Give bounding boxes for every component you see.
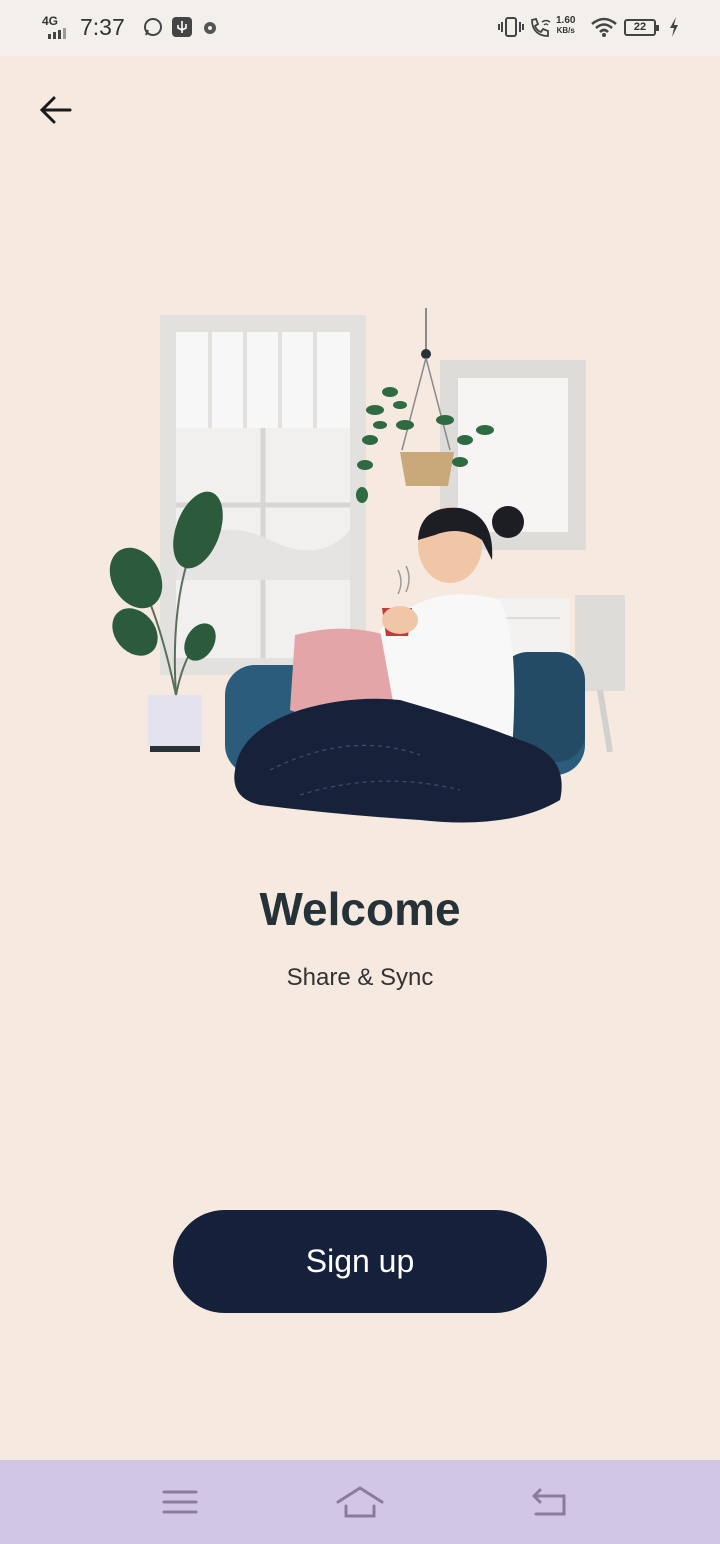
arrow-left-icon [39,96,72,124]
menu-icon [162,1490,198,1514]
usb-icon [172,17,192,37]
network-speed: 1.60 KB/s [556,16,575,36]
vibrate-icon [498,17,524,37]
wifi-icon [591,17,617,37]
back-button[interactable] [32,88,82,132]
wifi-calling-icon [531,17,551,37]
signal-icon [48,28,66,39]
whatsapp-icon [144,18,162,36]
nav-home-button[interactable] [330,1478,390,1528]
welcome-illustration [109,308,625,823]
home-icon [336,1486,384,1518]
speed-unit: KB/s [556,26,575,35]
status-time: 7:37 [80,14,125,40]
signup-button[interactable]: Sign up [173,1210,547,1313]
back-icon [531,1488,566,1516]
battery-indicator: 22 [624,19,659,36]
charging-icon [670,17,678,37]
welcome-subtitle: Share & Sync [286,964,434,991]
sync-icon [204,22,216,34]
welcome-title: Welcome [259,883,461,935]
system-nav-bar [0,1460,720,1544]
nav-back-button[interactable] [520,1478,580,1528]
status-bar: 4G 7:37 1.60 KB/s 22 [0,0,720,56]
speed-value: 1.60 [556,15,576,26]
nav-menu-button[interactable] [150,1478,210,1528]
